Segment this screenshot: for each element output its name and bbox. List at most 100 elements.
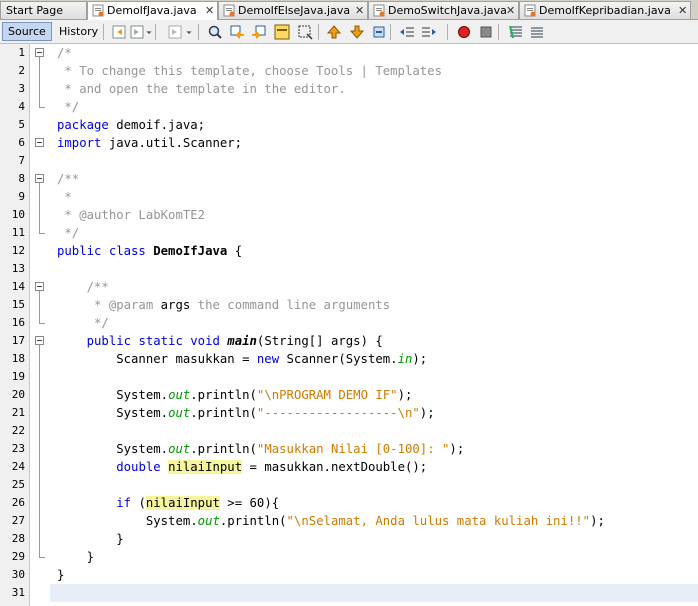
code-line[interactable]: */ xyxy=(57,314,109,332)
code-line[interactable]: /** xyxy=(57,170,79,188)
code-token: (String[] args) { xyxy=(256,334,383,348)
code-editor[interactable]: /* * To change this template, choose Too… xyxy=(50,44,698,606)
tab-label: DemoSwitchJava.java xyxy=(388,4,507,17)
code-line[interactable]: Scanner masukkan = new Scanner(System.in… xyxy=(57,350,427,368)
code-token: /* xyxy=(57,46,72,60)
code-token: System. xyxy=(57,388,169,402)
code-line[interactable]: */ xyxy=(57,98,79,116)
start-macro-icon[interactable] xyxy=(455,23,473,41)
fold-toggle-icon[interactable] xyxy=(35,174,44,183)
line-number: 15 xyxy=(11,298,25,311)
code-token: { xyxy=(227,244,243,258)
code-token: >= 60){ xyxy=(219,496,280,510)
code-token: "\nSelamat, Anda lulus mata kuliah ini!!… xyxy=(286,514,591,528)
fold-toggle-icon[interactable] xyxy=(35,138,44,147)
fold-toggle-icon[interactable] xyxy=(35,336,44,345)
toggle-highlight-icon[interactable] xyxy=(273,23,291,41)
close-tab-icon[interactable]: ✕ xyxy=(355,2,364,19)
line-number: 14 xyxy=(11,280,25,293)
dropdown-icon[interactable] xyxy=(183,23,195,41)
comment-icon[interactable] xyxy=(507,23,525,41)
line-number: 7 xyxy=(18,154,25,167)
stop-macro-icon[interactable] xyxy=(477,23,495,41)
find-previous-icon[interactable] xyxy=(228,23,246,41)
forward-icon[interactable] xyxy=(166,23,184,41)
tab-demoswitchjava[interactable]: DemoSwitchJava.java ✕ xyxy=(368,1,519,19)
line-number: 30 xyxy=(11,568,25,581)
code-token: ( xyxy=(131,496,146,510)
code-token: if xyxy=(116,496,132,510)
code-token: ); xyxy=(412,352,428,366)
code-line[interactable]: * To change this template, choose Tools … xyxy=(57,62,442,80)
code-line[interactable]: package demoif.java; xyxy=(57,116,205,134)
fold-end-marker xyxy=(39,557,45,558)
toggle-bookmark-icon[interactable] xyxy=(370,23,388,41)
code-line[interactable]: } xyxy=(57,530,123,548)
line-number: 26 xyxy=(11,496,25,509)
back-icon[interactable] xyxy=(110,23,128,41)
code-token: .println( xyxy=(190,406,257,420)
code-token: * To change this template, choose Tools … xyxy=(57,64,442,78)
code-line[interactable]: * @param args the command line arguments xyxy=(57,296,390,314)
line-number: 21 xyxy=(11,406,25,419)
line-number: 29 xyxy=(11,550,25,563)
tab-start-page[interactable]: Start Page xyxy=(0,1,87,19)
history-view-button[interactable]: History xyxy=(53,22,104,41)
code-token: the command line arguments xyxy=(190,298,391,312)
line-number: 16 xyxy=(11,316,25,329)
close-tab-icon[interactable]: ✕ xyxy=(678,2,687,19)
fold-end-marker xyxy=(39,233,45,234)
code-line[interactable]: System.out.println("------------------\n… xyxy=(57,404,435,422)
code-token: */ xyxy=(57,316,109,330)
code-line[interactable]: */ xyxy=(57,224,79,242)
code-token: * @author LabKomTE2 xyxy=(57,208,206,222)
code-token: System. xyxy=(57,406,169,420)
code-line[interactable]: public static void main(String[] args) { xyxy=(57,332,383,350)
code-line[interactable]: } xyxy=(57,566,64,584)
code-line[interactable]: /* xyxy=(57,44,72,62)
code-line[interactable]: * and open the template in the editor. xyxy=(57,80,345,98)
code-line[interactable]: } xyxy=(57,548,94,566)
fold-end-marker xyxy=(39,323,45,324)
previous-bookmark-icon[interactable] xyxy=(325,23,343,41)
tab-demoifkepribadian[interactable]: DemoIfKepribadian.java ✕ xyxy=(519,1,691,19)
shift-left-icon[interactable] xyxy=(398,23,416,41)
code-token: ); xyxy=(419,406,435,420)
code-token: demoif.java; xyxy=(108,118,206,132)
highlighted-identifier: nilaiInput xyxy=(145,496,220,510)
code-token: package xyxy=(57,118,109,132)
toolbar-separator xyxy=(447,24,448,40)
fold-toggle-icon[interactable] xyxy=(35,282,44,291)
code-line[interactable]: System.out.println("\nSelamat, Anda lulu… xyxy=(57,512,605,530)
line-number: 2 xyxy=(18,64,25,77)
tab-demoifelsejava[interactable]: DemoIfElseJava.java ✕ xyxy=(218,1,368,19)
code-line[interactable]: public class DemoIfJava { xyxy=(57,242,242,260)
uncomment-icon[interactable] xyxy=(528,23,546,41)
code-token: out xyxy=(168,442,191,456)
find-next-icon[interactable] xyxy=(250,23,268,41)
code-line[interactable]: /** xyxy=(57,278,109,296)
line-number: 22 xyxy=(11,424,25,437)
tab-demoifjava[interactable]: DemoIfJava.java ✕ xyxy=(87,1,218,21)
code-line[interactable]: * xyxy=(57,188,71,206)
code-line[interactable]: if (nilaiInput >= 60){ xyxy=(57,494,279,512)
close-tab-icon[interactable]: ✕ xyxy=(506,2,515,19)
close-tab-icon[interactable]: ✕ xyxy=(205,2,214,19)
code-token: } xyxy=(57,550,95,564)
code-line[interactable]: import java.util.Scanner; xyxy=(57,134,242,152)
code-line[interactable]: * @author LabKomTE2 xyxy=(57,206,205,224)
shift-right-icon[interactable] xyxy=(420,23,438,41)
find-icon[interactable] xyxy=(206,23,224,41)
source-view-button[interactable]: Source xyxy=(2,22,52,41)
code-line[interactable]: System.out.println("\nPROGRAM DEMO IF"); xyxy=(57,386,412,404)
code-token: .println( xyxy=(190,388,257,402)
toggle-rect-select-icon[interactable] xyxy=(296,23,314,41)
dropdown-icon[interactable] xyxy=(143,23,155,41)
code-line[interactable]: System.out.println("Masukkan Nilai [0-10… xyxy=(57,440,464,458)
code-line[interactable]: double nilaiInput = masukkan.nextDouble(… xyxy=(57,458,427,476)
next-bookmark-icon[interactable] xyxy=(348,23,366,41)
editor-toolbar: Source History xyxy=(0,20,698,44)
fold-toggle-icon[interactable] xyxy=(35,48,44,57)
line-number: 28 xyxy=(11,532,25,545)
